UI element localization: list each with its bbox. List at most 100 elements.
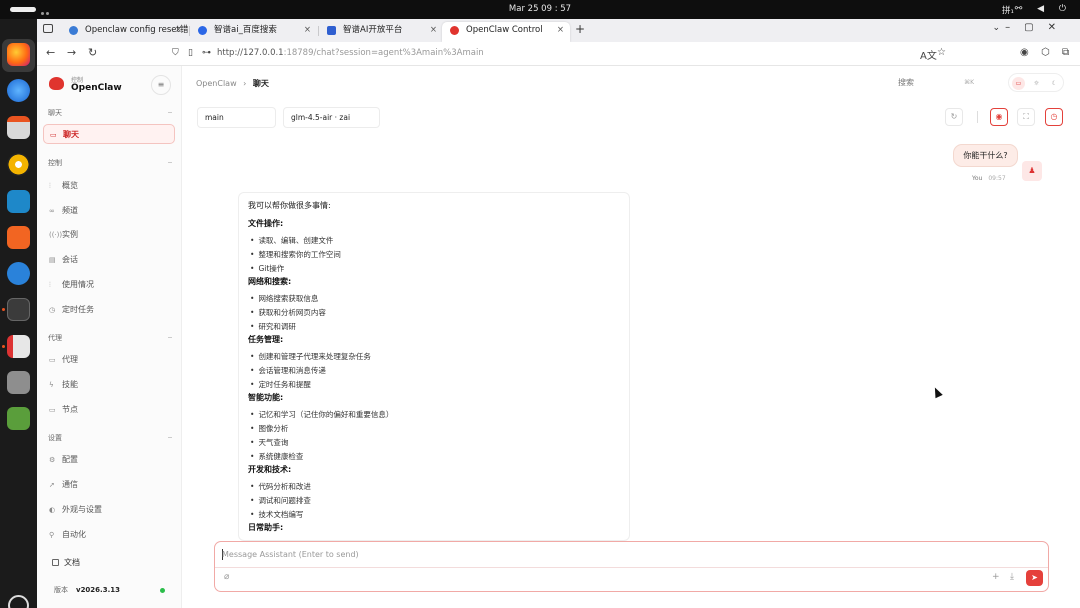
sidebar-item-usage[interactable]: ⫶ 使用情况 [43,275,175,295]
sun-icon[interactable]: ☼ [1030,77,1043,90]
message-input[interactable]: Message Assistant (Enter to send) [222,550,359,559]
close-icon[interactable]: × [175,22,182,39]
page-info-icon[interactable]: ▯ [188,48,193,58]
sidebar-item-chat[interactable]: ▭ 聊天 [43,124,175,144]
address-bar[interactable]: http://127.0.0.1:18789/chat?session=agen… [217,48,484,58]
sidebar-icon[interactable]: ⧉ [1062,47,1069,58]
capability-item: 天气查询 [250,437,288,448]
sidebar-item-label: 使用情况 [62,280,94,289]
capability-item: 会话管理和消息传递 [250,365,326,376]
new-tab-button[interactable]: + [575,22,585,36]
toolbar-divider [977,111,978,123]
translate-icon[interactable]: A文 [920,47,937,62]
sidebar-item-label: 配置 [62,455,78,464]
section-chat[interactable]: 聊天 [48,108,172,118]
files-icon[interactable] [7,116,30,139]
text-editor-icon[interactable] [7,335,30,358]
app-center-icon[interactable] [7,226,30,249]
back-icon[interactable]: ← [46,46,55,59]
tab-zhipu-baidu[interactable]: 智谱ai_百度搜索 × [190,22,317,42]
reload-icon[interactable]: ↻ [88,46,97,59]
list-tabs-icon[interactable]: ⌄ [992,23,1000,33]
sidebar-item-nodes[interactable]: ▭ 节点 [43,400,175,420]
document-icon: ▤ [49,256,56,264]
trash-icon[interactable] [7,407,30,430]
attach-icon[interactable]: ⌀ [224,572,229,582]
sidebar-item-config[interactable]: ⚙ 配置 [43,450,175,470]
tab-zhipu-platform[interactable]: 智谱AI开放平台 × [319,22,443,42]
close-icon[interactable]: × [557,22,564,39]
tab-favicon [198,26,207,35]
breadcrumb-root[interactable]: OpenClaw [196,79,237,88]
forward-icon[interactable]: → [67,46,76,59]
message-composer[interactable]: Message Assistant (Enter to send) ⌀ + ⤓ … [214,541,1049,592]
system-clock[interactable]: Mar 25 09 : 57 [0,4,1080,14]
tab-openclaw-config[interactable]: Openclaw config reset错 × [61,22,188,42]
extensions-icon[interactable]: ⬡ [1041,47,1050,58]
tab-overview-icon[interactable] [43,24,53,33]
sidebar-item-overview[interactable]: ⫶ 概览 [43,176,175,196]
add-icon[interactable]: + [992,572,1000,582]
connection-icon[interactable]: ⊶ [202,48,211,58]
ssd-drive-icon[interactable] [7,371,30,394]
download-icon[interactable]: ⤓ [1010,572,1014,582]
gear-icon: ⚙ [49,456,56,464]
sidebar-item-label: 技能 [62,380,78,389]
sidebar-item-sessions[interactable]: ▤ 会话 [43,250,175,270]
history-icon[interactable]: ◷ [1045,108,1063,126]
firefox-icon[interactable] [7,43,30,66]
monitor-icon[interactable]: ▭ [1012,77,1025,90]
tab-openclaw-control[interactable]: OpenClaw Control × [442,22,570,42]
palette-icon: ◐ [49,506,56,514]
system-status-icons[interactable]: ⚯ ◀ ⏻ [1015,4,1072,14]
sidebar-item-label: 外观与设置 [62,505,102,514]
send-button[interactable]: ➤ [1026,570,1043,586]
fullscreen-icon[interactable]: ⛶ [1017,108,1035,126]
moon-icon[interactable]: ☾ [1048,77,1061,90]
close-icon[interactable]: × [304,22,311,39]
application-dock [0,19,37,608]
close-icon[interactable]: × [430,22,437,39]
model-select[interactable]: glm-4.5-air · zai [283,107,380,128]
section-agent[interactable]: 代理 [48,333,172,343]
main-header: OpenClaw › 聊天 搜索 ⌘K ▭ ☼ ☾ [182,66,1080,99]
agent-select[interactable]: main [197,107,276,128]
terminal-icon[interactable] [7,298,30,321]
writer-icon[interactable] [7,190,30,213]
help-icon[interactable] [7,262,30,285]
section-label: 代理 [48,334,62,342]
rhythmbox-icon[interactable] [7,153,30,176]
focus-mode-icon[interactable]: ◉ [990,108,1008,126]
shield-icon[interactable]: ⛉ [172,48,179,58]
sidebar-item-appearance[interactable]: ◐ 外观与设置 [43,500,175,520]
thunderbird-icon[interactable] [7,79,30,102]
sidebar-item-automation[interactable]: ⚲ 自动化 [43,525,175,545]
refresh-icon[interactable]: ↻ [945,108,963,126]
docs-link[interactable]: 文档 [52,557,80,568]
usage-chart-icon: ⫶ [49,281,51,289]
sidebar-item-channels[interactable]: ∞ 频道 [43,201,175,221]
bookmark-star-icon[interactable]: ☆ [937,47,946,58]
input-method-indicator[interactable]: 拼₁ [1002,4,1014,16]
section-settings[interactable]: 设置 [48,433,172,443]
capability-heading: 智能功能: [248,393,284,402]
sidebar-item-cron[interactable]: ◷ 定时任务 [43,300,175,320]
capability-heading: 文件操作: [248,219,284,228]
show-apps-icon[interactable] [8,595,29,608]
openclaw-logo [49,77,64,90]
search-box[interactable]: 搜索 ⌘K [894,74,982,91]
account-icon[interactable]: ◉ [1020,47,1029,58]
sidebar-item-comms[interactable]: ➚ 通信 [43,475,175,495]
capability-item: 创建和管理子代理来处理复杂任务 [250,351,371,362]
breadcrumb-separator: › [243,79,247,88]
capability-item: 系统健康检查 [250,451,303,462]
window-controls[interactable]: –▢✕ [1005,22,1070,33]
collapse-sidebar-button[interactable]: ≡ [151,75,171,95]
search-shortcut: ⌘K [964,79,974,86]
sidebar-item-instances[interactable]: ((·)) 实例 [43,225,175,245]
sidebar-item-agents[interactable]: ▭ 代理 [43,350,175,370]
sidebar-item-label: 概览 [62,181,78,190]
folder-icon: ▭ [49,356,56,364]
sidebar-item-skills[interactable]: ϟ 技能 [43,375,175,395]
section-control[interactable]: 控制 [48,158,172,168]
